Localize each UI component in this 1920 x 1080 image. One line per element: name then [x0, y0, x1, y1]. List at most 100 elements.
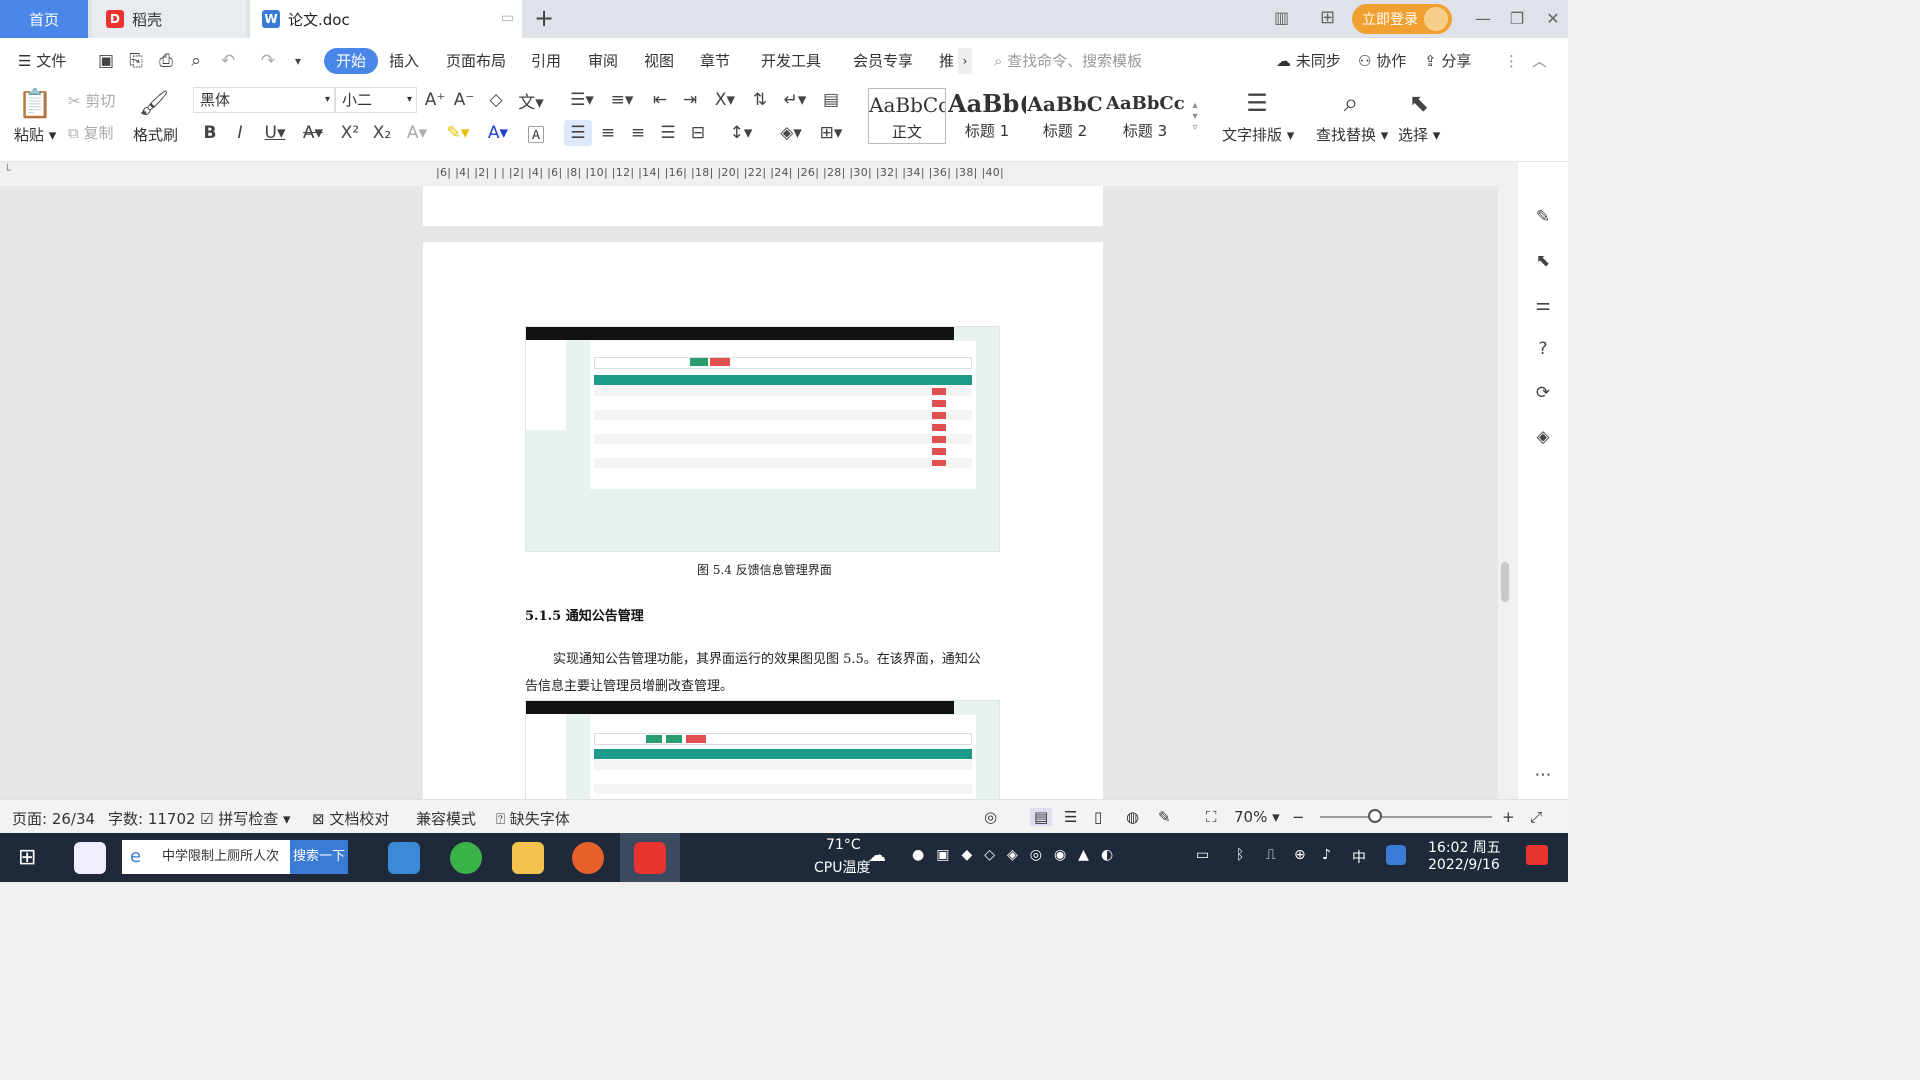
more-options-icon[interactable]: ⋮: [1504, 48, 1519, 74]
shading-icon[interactable]: ◈▾: [774, 120, 808, 146]
scrollbar-thumb[interactable]: [1501, 562, 1509, 602]
find-replace-button[interactable]: 查找替换 ▾: [1316, 124, 1388, 145]
backup-icon[interactable]: ⟳: [1530, 380, 1556, 406]
zoom-out-icon[interactable]: −: [1292, 808, 1305, 826]
word-count[interactable]: 字数: 11702: [108, 808, 196, 829]
font-color-icon[interactable]: A▾: [482, 120, 514, 146]
tab-monitor-icon[interactable]: ▭: [501, 10, 514, 26]
write-view-icon[interactable]: ✎: [1158, 808, 1171, 826]
pinyin-icon[interactable]: 文▾: [514, 88, 548, 113]
decrease-indent-icon[interactable]: ⇤: [648, 88, 672, 112]
network-icon[interactable]: ⊕: [1294, 847, 1306, 863]
game-app-icon[interactable]: [572, 842, 604, 874]
redo-icon[interactable]: ↷: [258, 48, 278, 74]
menu-tab-chapter[interactable]: 章节: [700, 48, 730, 74]
fullscreen-icon[interactable]: ⤢: [1530, 808, 1542, 826]
menu-tab-references[interactable]: 引用: [531, 48, 561, 74]
menu-tab-member[interactable]: 会员专享: [853, 48, 913, 74]
collab-button[interactable]: ⚇ 协作: [1358, 48, 1406, 74]
menu-tab-review[interactable]: 审阅: [588, 48, 618, 74]
zoom-level[interactable]: 70% ▾: [1234, 808, 1280, 826]
file-menu[interactable]: ☰ 文件: [18, 48, 66, 74]
ie-browser-icon[interactable]: [388, 842, 420, 874]
export-icon[interactable]: ⎘: [126, 48, 146, 74]
text-effect-icon[interactable]: A▾: [402, 120, 432, 146]
page-view-icon[interactable]: ▤: [1030, 808, 1053, 826]
italic-icon[interactable]: I: [228, 120, 252, 146]
help-icon[interactable]: ?: [1530, 336, 1556, 362]
pointer-icon[interactable]: ⬉: [1530, 248, 1556, 274]
clear-format-icon[interactable]: ◇: [484, 88, 508, 112]
print-preview-icon[interactable]: ⌕: [186, 48, 206, 74]
styles-scroll-icon[interactable]: ▴ ▾ ▿: [1188, 88, 1202, 144]
sort-icon[interactable]: ⇅: [748, 88, 772, 112]
eye-protect-icon[interactable]: ◎: [984, 808, 997, 826]
new-tab-button[interactable]: +: [534, 4, 554, 32]
zoom-slider-handle[interactable]: [1368, 809, 1382, 823]
diamond-icon[interactable]: ◈: [1530, 424, 1556, 450]
menu-tab-home[interactable]: 开始: [324, 48, 379, 74]
distributed-align-icon[interactable]: ⊟: [686, 120, 710, 146]
input-app-icon[interactable]: [1386, 845, 1406, 865]
increase-indent-icon[interactable]: ⇥: [678, 88, 702, 112]
app-snowflake-icon[interactable]: [74, 842, 106, 874]
outline-view-icon[interactable]: ☰: [1064, 808, 1077, 826]
tab-daoke[interactable]: D 稻壳: [92, 0, 246, 38]
chinese-layout-icon[interactable]: Ⅹ▾: [708, 88, 742, 112]
volume-icon[interactable]: ♪: [1322, 847, 1331, 863]
style-heading-1[interactable]: AaBb( 标题 1: [948, 88, 1026, 144]
usb-icon[interactable]: ⎍: [1266, 847, 1276, 863]
tray-icons[interactable]: ●▣◆◇◈◎◉▲◐: [912, 847, 1172, 863]
bluetooth-icon[interactable]: ᛒ: [1236, 847, 1244, 863]
customize-chevron-down-icon[interactable]: ▾: [290, 48, 306, 74]
paste-button[interactable]: 粘贴 ▾: [14, 124, 56, 145]
copy-button[interactable]: ⧉ 复制: [68, 122, 114, 143]
font-shrink-icon[interactable]: A⁻: [452, 88, 476, 112]
table-ruler-icon[interactable]: ▤: [818, 88, 844, 112]
battery-icon[interactable]: ▭: [1196, 847, 1209, 863]
align-center-icon[interactable]: ≡: [596, 120, 620, 146]
menu-scroll-right-icon[interactable]: ›: [958, 48, 972, 74]
style-heading-3[interactable]: AaBbCcl 标题 3: [1106, 88, 1184, 144]
strikethrough-icon[interactable]: A▾: [298, 120, 328, 146]
sync-button[interactable]: ☁ 未同步: [1276, 48, 1341, 74]
wps-taskbar-item[interactable]: [620, 833, 680, 882]
print-icon[interactable]: ⎙: [156, 48, 176, 74]
style-normal[interactable]: AaBbCcI 正文: [868, 88, 946, 144]
taskbar-search-button[interactable]: 搜索一下: [290, 840, 348, 874]
justify-icon[interactable]: ☰: [656, 120, 680, 146]
login-button[interactable]: 立即登录: [1352, 4, 1452, 34]
command-search-input[interactable]: ⌕ 查找命令、搜索模板: [994, 48, 1142, 74]
underline-icon[interactable]: U▾: [258, 120, 292, 146]
green-browser-icon[interactable]: [450, 842, 482, 874]
tab-home[interactable]: 首页: [0, 0, 88, 38]
adjust-sliders-icon[interactable]: ⚌: [1530, 292, 1556, 318]
reading-view-icon[interactable]: ▯: [1094, 808, 1102, 826]
fit-page-icon[interactable]: ⛶: [1206, 808, 1217, 826]
show-marks-icon[interactable]: ↵▾: [778, 88, 812, 112]
pen-edit-icon[interactable]: ✎: [1530, 204, 1556, 230]
style-heading-2[interactable]: AaBbC 标题 2: [1026, 88, 1104, 144]
char-border-icon[interactable]: 🄰: [524, 120, 548, 146]
clock-date[interactable]: 2022/9/16: [1428, 857, 1500, 873]
highlight-icon[interactable]: ✎▾: [442, 120, 474, 146]
menu-tab-developer[interactable]: 开发工具: [761, 48, 821, 74]
subscript-icon[interactable]: X₂: [370, 120, 394, 146]
font-size-select[interactable]: 小二 ▾: [335, 87, 417, 113]
notification-icon[interactable]: [1526, 845, 1548, 865]
restore-button[interactable]: ❐: [1504, 6, 1530, 32]
windows-start-icon[interactable]: ⊞: [18, 845, 36, 870]
tab-stop-icon[interactable]: └: [4, 164, 11, 177]
missing-font-button[interactable]: ⍰ 缺失字体: [496, 808, 570, 829]
page-count[interactable]: 页面: 26/34: [12, 808, 95, 829]
menu-tab-insert[interactable]: 插入: [389, 48, 419, 74]
borders-icon[interactable]: ⊞▾: [814, 120, 848, 146]
share-button[interactable]: ⇪ 分享: [1424, 48, 1471, 74]
spellcheck-button[interactable]: ☑ 拼写检查 ▾: [200, 808, 291, 829]
tab-document[interactable]: W 论文.doc ▭: [250, 0, 522, 38]
line-spacing-icon[interactable]: ↕▾: [724, 120, 758, 146]
format-painter-button[interactable]: 格式刷: [133, 124, 178, 145]
undo-icon[interactable]: ↶: [218, 48, 238, 74]
taskbar-search-input[interactable]: e 中学限制上厕所人次: [122, 840, 290, 874]
align-right-icon[interactable]: ≡: [626, 120, 650, 146]
